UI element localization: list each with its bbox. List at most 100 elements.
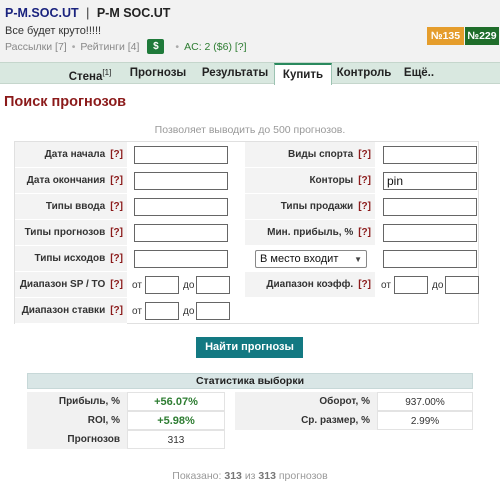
select-value: В место входит <box>260 253 339 265</box>
display-name: P-M SOC.UT <box>96 6 171 20</box>
tab-label: Стена <box>68 70 103 83</box>
odds-from-input[interactable] <box>394 276 428 294</box>
odds-to-input[interactable] <box>445 276 479 294</box>
odds-range-label: Диапазон коэфф. [?] <box>245 272 375 298</box>
count-label: Прогнозов <box>27 430 127 449</box>
label-text: Мин. прибыль, % <box>267 227 354 238</box>
tab-buy[interactable]: Купить <box>274 63 332 85</box>
tab-more[interactable]: Ещё.. <box>398 63 440 84</box>
search-form: Дата начала [?] Дата окончания [?] Типы вв… <box>14 141 479 324</box>
date-start-input[interactable] <box>134 146 228 164</box>
help-link[interactable]: [?] <box>358 175 371 186</box>
stake-to-input[interactable] <box>196 302 230 320</box>
profit-value: +56.07% <box>127 392 225 411</box>
label-text: Диапазон ставки <box>21 305 106 316</box>
tab-results[interactable]: Результаты <box>197 63 273 84</box>
from-text: от <box>132 280 142 291</box>
place-select[interactable]: В место входит ▼ <box>255 250 367 268</box>
avg-size-value: 2.99% <box>377 411 473 430</box>
help-link[interactable]: [?] <box>110 253 123 264</box>
sp-to-range-label: Диапазон SP / TO [?] <box>15 272 127 298</box>
label-text: Дата окончания <box>26 175 106 186</box>
help-link[interactable]: [?] <box>358 201 371 212</box>
help-link[interactable]: [?] <box>110 279 123 290</box>
input-types-label: Типы ввода [?] <box>15 194 127 220</box>
from-text: от <box>381 280 391 291</box>
find-forecasts-button[interactable]: Найти прогнозы <box>196 337 303 358</box>
turnover-value: 937.00% <box>377 392 473 411</box>
min-profit-input[interactable] <box>383 224 477 242</box>
profile-header: P-M.SOC.UT | P-M SOC.UT Все будет круто!… <box>0 0 500 62</box>
help-link[interactable]: [?] <box>110 227 123 238</box>
tab-bar: Стена[1] Прогнозы Результаты Купить Конт… <box>0 62 500 85</box>
profile-motto: Все будет круто!!!!! <box>5 25 102 37</box>
min-profit-label: Мин. прибыль, % [?] <box>245 220 375 246</box>
sale-types-label: Типы продажи [?] <box>245 194 375 220</box>
results-summary: Показано: 313 из 313 прогнозов <box>0 470 500 482</box>
bookmakers-label: Конторы [?] <box>245 168 375 194</box>
date-end-label: Дата окончания [?] <box>15 168 127 194</box>
footer-text: Показано: <box>172 470 222 482</box>
profile-meta: Рассылки [7] • Рейтинги [4] $ • AC: 2 ($… <box>5 39 247 54</box>
help-link[interactable]: [?] <box>358 149 371 160</box>
help-link[interactable]: [?] <box>110 175 123 186</box>
place-input[interactable] <box>383 250 477 268</box>
sp-to-input[interactable] <box>196 276 230 294</box>
sports-input[interactable] <box>383 146 477 164</box>
help-link[interactable]: [?] <box>358 279 371 290</box>
from-text: от <box>132 306 142 317</box>
chevron-down-icon: ▼ <box>354 254 362 264</box>
sports-label: Виды спорта [?] <box>245 142 375 168</box>
profile-title: P-M.SOC.UT | P-M SOC.UT <box>5 6 170 20</box>
to-text: до <box>432 280 444 291</box>
label-text: Типы ввода <box>45 201 106 212</box>
mailings-link[interactable]: Рассылки [7] <box>5 41 67 53</box>
stake-range-label: Диапазон ставки [?] <box>15 298 127 324</box>
total-count: 313 <box>258 470 276 482</box>
page-title: Поиск прогнозов <box>4 94 127 110</box>
footer-text: прогнозов <box>278 470 328 482</box>
selection-stats: Статистика выборки Прибыль, % +56.07% RO… <box>27 373 473 449</box>
label-text: Типы продажи <box>280 201 354 212</box>
rank-badge-green[interactable]: №229 <box>465 27 499 45</box>
sale-types-input[interactable] <box>383 198 477 216</box>
ac-link[interactable]: AC: 2 ($6) [?] <box>184 41 246 53</box>
to-text: до <box>183 280 195 291</box>
nick-link[interactable]: P-M.SOC.UT <box>5 6 79 20</box>
profit-label: Прибыль, % <box>27 392 127 411</box>
tab-control[interactable]: Контроль <box>334 63 394 84</box>
shown-count: 313 <box>224 470 242 482</box>
meta-dot: • <box>71 40 76 53</box>
help-link[interactable]: [?] <box>110 149 123 160</box>
footer-text: из <box>244 470 256 482</box>
date-end-input[interactable] <box>134 172 228 190</box>
bookmakers-input[interactable] <box>383 172 477 190</box>
rank-badge-orange[interactable]: №135 <box>427 27 464 45</box>
roi-value: +5.98% <box>127 411 225 430</box>
title-separator: | <box>86 6 90 20</box>
help-link[interactable]: [?] <box>358 227 371 238</box>
to-text: до <box>183 306 195 317</box>
help-link[interactable]: [?] <box>110 305 123 316</box>
tab-forecasts[interactable]: Прогнозы <box>124 63 192 84</box>
avg-size-label: Ср. размер, % <box>235 411 377 430</box>
ratings-link[interactable]: Рейтинги [4] <box>80 41 139 53</box>
label-text: Диапазон SP / TO <box>19 279 106 290</box>
sp-from-input[interactable] <box>145 276 179 294</box>
meta-dot: • <box>175 40 180 53</box>
date-start-label: Дата начала [?] <box>15 142 127 168</box>
label-text: Типы исходов <box>34 253 106 264</box>
turnover-label: Оборот, % <box>235 392 377 411</box>
label-text: Дата начала <box>44 149 106 160</box>
tab-wall[interactable]: Стена[1] <box>60 63 120 84</box>
tab-count: [1] <box>102 68 112 77</box>
outcome-types-input[interactable] <box>134 250 228 268</box>
forecast-types-input[interactable] <box>134 224 228 242</box>
stats-title: Статистика выборки <box>27 373 473 389</box>
forecast-types-label: Типы прогнозов [?] <box>15 220 127 246</box>
help-link[interactable]: [?] <box>110 201 123 212</box>
stake-from-input[interactable] <box>145 302 179 320</box>
money-icon[interactable]: $ <box>147 39 165 54</box>
input-types-input[interactable] <box>134 198 228 216</box>
outcome-types-label: Типы исходов [?] <box>15 246 127 272</box>
